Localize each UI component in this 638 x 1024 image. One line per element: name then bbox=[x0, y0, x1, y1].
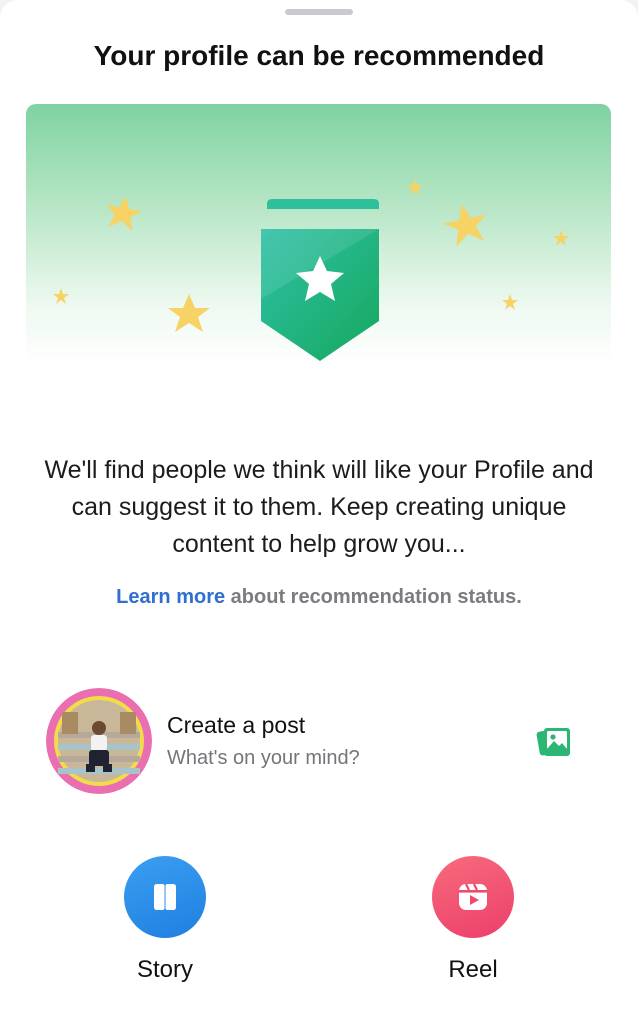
stars-illustration bbox=[53, 179, 569, 361]
create-post-title[interactable]: Create a post bbox=[167, 712, 305, 739]
sheet-grabber[interactable] bbox=[285, 9, 353, 15]
sheet-title: Your profile can be recommended bbox=[93, 40, 545, 71]
reel-button[interactable]: Reel bbox=[403, 856, 543, 984]
photo-icon[interactable] bbox=[534, 722, 574, 762]
star-badge-icon bbox=[261, 199, 379, 361]
story-label: Story bbox=[136, 956, 193, 983]
reel-circle bbox=[432, 856, 514, 938]
story-button[interactable]: Story bbox=[95, 856, 235, 984]
book-icon bbox=[154, 884, 176, 910]
story-circle bbox=[124, 856, 206, 938]
hero-illustration bbox=[26, 104, 611, 364]
bottom-sheet: Your profile can be recommended We'll fi… bbox=[0, 0, 638, 1024]
create-post-placeholder[interactable]: What's on your mind? bbox=[167, 747, 360, 770]
learn-more-text: about recommendation status. bbox=[225, 586, 522, 608]
learn-more-line: Learn more about recommendation status. bbox=[0, 586, 638, 609]
learn-more-link[interactable]: Learn more bbox=[116, 586, 225, 608]
reel-label: Reel bbox=[448, 956, 498, 983]
profile-avatar[interactable] bbox=[46, 688, 152, 794]
reel-play-icon bbox=[459, 883, 487, 910]
recommendation-description: We'll find people we think will like you… bbox=[44, 456, 594, 558]
